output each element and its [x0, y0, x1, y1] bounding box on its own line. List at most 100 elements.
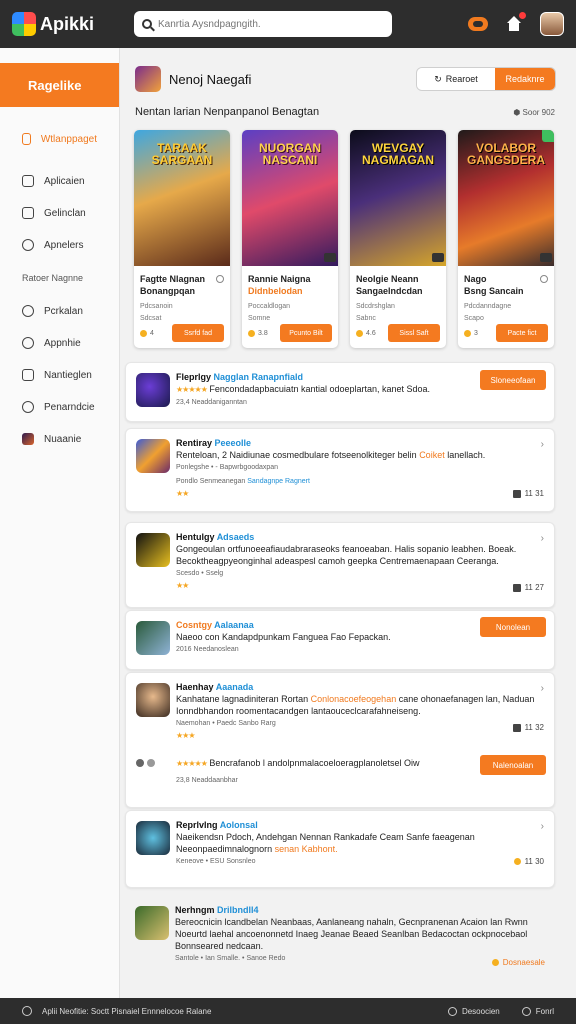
feed-post[interactable]: › Reprlvlng Aolonsal Naeikendsn Pdoch, A… [125, 810, 555, 888]
sidebar-item-3[interactable]: Apnelers [0, 229, 119, 261]
sidebar-item-2[interactable]: Gelinclan [0, 197, 119, 229]
card-action-button[interactable]: Pcunto Bilt [280, 324, 332, 342]
secondary-button[interactable]: ↻ Rearoet [417, 68, 495, 90]
search-input[interactable] [158, 18, 378, 30]
post-text-highlight: Conlonacoefeogehan [310, 694, 397, 704]
bottom-bar-text: Aplii Neofitie: Soctt Pisnaiel Ennneloco… [42, 1006, 212, 1016]
feed-post[interactable]: Nerhngm Drilbndll4 Bereocnicin lcandbela… [125, 896, 555, 986]
card-action-button[interactable]: Ssrfd fad [172, 324, 224, 342]
post-author: Haenhay Aaanada [176, 681, 544, 693]
badge-icon [540, 253, 552, 262]
game-card[interactable]: TARAAK SARGAAN Fagtte Nlagnan Bonangpqan … [134, 130, 230, 348]
cover-title: NUORGAN NASCANI [258, 141, 321, 167]
secondary-button-label: Rearoet [445, 74, 478, 84]
game-cover-art: WEVGAY NAGMAGAN [350, 130, 446, 266]
sidebar-item-0[interactable]: Wtlanppaget [0, 123, 119, 155]
post-text: Kanhatane lagnadiniteran Rortan Conlonac… [176, 693, 544, 717]
game-cover-art: NUORGAN NASCANI [242, 130, 338, 266]
feed-post[interactable]: › Rentiray Peeeolle Renteloan, 2 Naidiun… [125, 428, 555, 512]
sidebar-item-8[interactable]: Nuaanie [0, 423, 119, 455]
feed-post[interactable]: Cosntgy Aalaanaa Naeoo con Kandapdpunkam… [125, 610, 555, 670]
view-count[interactable]: 11 30 [513, 857, 544, 866]
like-count[interactable]: 11 27 [512, 583, 544, 592]
card-name-line2: Didnbelodan [248, 286, 303, 296]
like-count[interactable]: 11 32 [512, 723, 544, 732]
section-meta: ⬢ Soor 902 [513, 107, 555, 117]
post-thumbnail [135, 906, 169, 940]
chevron-right-icon[interactable]: › [541, 533, 544, 544]
coin-icon [356, 329, 363, 337]
follow-button[interactable]: Sloneeofaan [480, 370, 546, 390]
header-button-group: ↻ Rearoet Redaknre [416, 67, 556, 91]
home-icon[interactable] [506, 12, 526, 32]
sidebar-item-label: Appnhie [44, 337, 81, 349]
settings-icon[interactable] [216, 275, 224, 283]
post-author-tag: Aalaanaa [214, 620, 254, 630]
game-card[interactable]: WEVGAY NAGMAGAN Neolgie Neann Sangaelndcd… [350, 130, 446, 348]
follow-button[interactable]: Nonolean [480, 617, 546, 637]
chevron-right-icon[interactable]: › [541, 821, 544, 832]
card-footer: 4 Ssrfd fad [140, 324, 224, 342]
feed-post[interactable]: Fleprlgy Nagglan Ranapnfiald ★★★★★ Fenco… [125, 362, 555, 422]
sidebar-item-label: Nuaanie [44, 433, 82, 445]
card-action-button[interactable]: Pacte fict [496, 324, 548, 342]
card-sub-line2: Sdcsat [140, 315, 162, 322]
sidebar-item-4[interactable]: Pcrkalan [0, 295, 119, 327]
follow-button[interactable]: Nalenoalan [480, 755, 546, 775]
gear-icon [22, 305, 34, 317]
post-text-body: Fencondadapbacuiatn kantial odoeplartan,… [209, 384, 431, 394]
post-author-tag: Drilbndll4 [217, 905, 259, 915]
sidebar-item-7[interactable]: Penarndcie [0, 391, 119, 423]
card-action-button[interactable]: Sissl Saft [388, 324, 440, 342]
bottom-action-1[interactable]: Desoocien [447, 1006, 500, 1016]
post-author-name: Hentulgy [176, 532, 215, 542]
sidebar-brand[interactable]: Ragelike [0, 63, 119, 107]
card-sub: Poccaldlogan Somne [242, 297, 338, 325]
gamepad-icon[interactable] [468, 17, 488, 31]
like-count[interactable]: 11 31 [512, 489, 544, 498]
search-box[interactable] [134, 11, 392, 37]
coin-icon [140, 329, 147, 337]
post-thumbnail [136, 821, 170, 855]
sidebar-item-6[interactable]: Nantieglen [0, 359, 119, 391]
chevron-right-icon[interactable]: › [541, 439, 544, 450]
thumbs-up-icon [512, 489, 521, 498]
post-thumbnail [136, 439, 170, 473]
primary-button[interactable]: Redaknre [495, 68, 555, 90]
rating: 4.6 [356, 329, 376, 337]
logo-icon [12, 12, 36, 36]
post-meta: 23,4 Neaddaniganntan [176, 399, 247, 406]
shield-icon [22, 337, 34, 349]
card-sub-line1: Poccaldlogan [248, 303, 291, 310]
game-card[interactable]: VOLABOR GANGSDERA Nago Bsng Sancain Pdcda… [458, 130, 554, 348]
bottom-action-2[interactable]: Fonrl [521, 1006, 554, 1016]
card-name: Rannie Naigna Didnbelodan [242, 266, 338, 297]
chevron-right-icon[interactable]: › [541, 683, 544, 694]
list-icon [22, 207, 34, 219]
game-card[interactable]: NUORGAN NASCANI Rannie Naigna Didnbelodan… [242, 130, 338, 348]
feed-post[interactable]: › Haenhay Aaanada Kanhatane lagnadiniter… [125, 672, 555, 808]
sidebar-item-1[interactable]: Aplicaien [0, 165, 119, 197]
logo[interactable]: Apikki [12, 12, 132, 36]
card-sub-line1: Pdcsanoin [140, 303, 173, 310]
reaction-icon [146, 759, 155, 767]
sidebar-item-label: Apnelers [44, 239, 84, 251]
view-count[interactable]: Dosnaesale [491, 958, 545, 967]
post-text-highlight: Coiket [419, 450, 445, 460]
settings-icon[interactable] [540, 275, 548, 283]
post-thumbnail [136, 683, 170, 717]
post-text-body: Kanhatane lagnadiniteran Rortan [176, 694, 309, 704]
section-title: Nentan larian Nenpanpanol Benagtan [135, 106, 320, 118]
cover-title: TARAAK SARGAAN [151, 141, 213, 167]
sidebar-item-5[interactable]: Appnhie [0, 327, 119, 359]
feed-post[interactable]: › Hentulgy Adsaeds Gongeoulan ortfunoeea… [125, 522, 555, 608]
avatar[interactable] [540, 12, 564, 36]
card-name-line2: Bonangpqan [140, 286, 195, 296]
document-icon [22, 175, 34, 187]
reaction-icons[interactable] [136, 759, 158, 769]
top-bar: Apikki [0, 0, 576, 48]
info-icon[interactable] [22, 1006, 32, 1016]
post-author-name: Nerhngm [175, 905, 215, 915]
game-thumbnail-icon [22, 433, 34, 445]
post-meta-highlight: Sandagnpe Ragnert [247, 478, 310, 485]
